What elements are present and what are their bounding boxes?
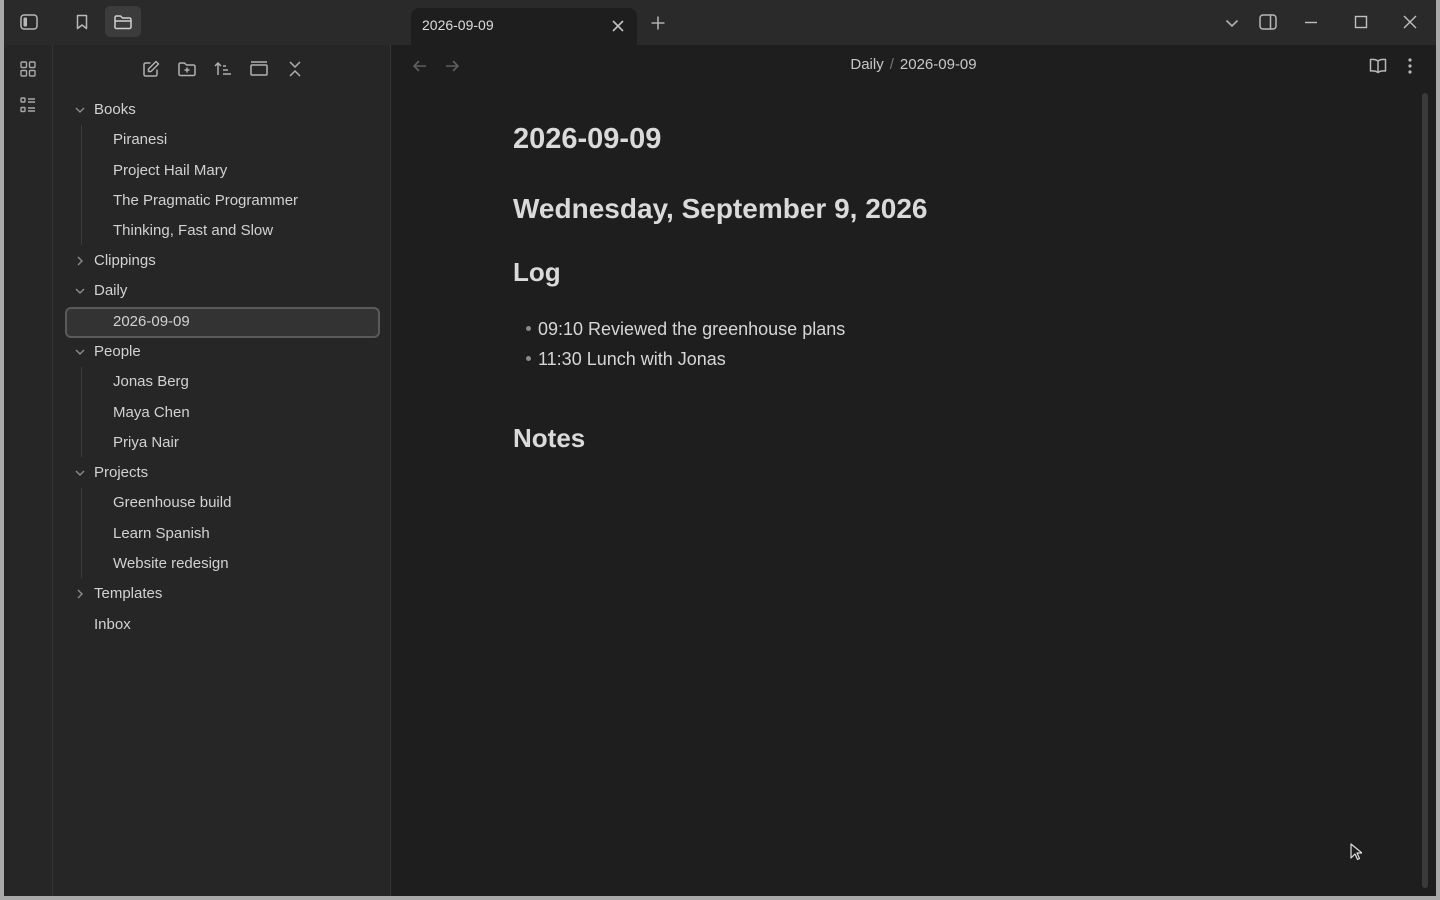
breadcrumb-folder[interactable]: Daily xyxy=(850,56,883,73)
chevron-down-icon[interactable] xyxy=(1218,9,1246,37)
tree-item-label: Books xyxy=(94,101,136,118)
folder-people[interactable]: People xyxy=(53,337,391,367)
sort-icon[interactable] xyxy=(209,55,237,83)
bullet-dot xyxy=(526,325,531,331)
tab-daily-note[interactable]: 2026-09-09 xyxy=(411,8,637,45)
canvas-grid-icon[interactable] xyxy=(14,55,42,83)
tree-item-label: Inbox xyxy=(94,616,131,633)
file-inbox[interactable]: Inbox xyxy=(53,610,391,640)
tree-item-label: The Pragmatic Programmer xyxy=(113,192,299,209)
list-item-text: 09:10 Reviewed the greenhouse plans xyxy=(538,319,846,339)
tree-item-label: Templates xyxy=(94,585,163,602)
tree-item-label: Project Hail Mary xyxy=(113,162,228,179)
left-ribbon xyxy=(4,45,53,896)
collapse-all-icon[interactable] xyxy=(281,55,309,83)
folder-templates[interactable]: Templates xyxy=(53,579,391,609)
tree-item-label: Jonas Berg xyxy=(113,373,189,390)
tree-item-label: People xyxy=(94,343,141,360)
maximize-icon[interactable] xyxy=(1347,8,1375,36)
tree-item-label: Piranesi xyxy=(113,131,168,148)
editor-pane: Daily / 2026-09-09 2026-09-09 Wednesday, S… xyxy=(391,45,1436,896)
title-bar: 2026-09-09 xyxy=(4,0,1436,45)
close-icon[interactable] xyxy=(607,15,629,37)
window-close-icon[interactable] xyxy=(1396,8,1424,36)
file-website-redesign[interactable]: Website redesign xyxy=(53,549,391,579)
breadcrumb-separator: / xyxy=(889,56,894,73)
folder-books[interactable]: Books xyxy=(53,95,391,125)
note-title: 2026-09-09 xyxy=(513,123,662,155)
folder-projects[interactable]: Projects xyxy=(53,458,391,488)
tree-item-label: Thinking, Fast and Slow xyxy=(113,222,274,239)
minimize-icon[interactable] xyxy=(1297,8,1325,36)
chevron-right-icon xyxy=(77,589,83,599)
new-folder-icon[interactable] xyxy=(173,55,201,83)
tab-title: 2026-09-09 xyxy=(422,17,494,33)
chevron-down-icon xyxy=(75,288,85,294)
editor-scrollbar[interactable] xyxy=(1422,93,1428,888)
file-jonas-berg[interactable]: Jonas Berg xyxy=(53,367,391,397)
tree-item-label: Learn Spanish xyxy=(113,525,210,542)
new-note-icon[interactable] xyxy=(137,55,165,83)
file-learn-spanish[interactable]: Learn Spanish xyxy=(53,519,391,549)
tree-item-label: Projects xyxy=(94,464,149,481)
folder-icon[interactable] xyxy=(105,6,141,37)
file-pragmatic-programmer[interactable]: The Pragmatic Programmer xyxy=(53,186,391,216)
tree-item-label: Greenhouse build xyxy=(113,494,232,511)
tree-item-label: Priya Nair xyxy=(113,434,179,451)
reading-view-icon[interactable] xyxy=(1364,52,1392,80)
file-greenhouse-build[interactable]: Greenhouse build xyxy=(53,488,391,518)
mouse-cursor-icon xyxy=(1350,843,1362,861)
file-maya-chen[interactable]: Maya Chen xyxy=(53,398,391,428)
tree-item-label: Website redesign xyxy=(113,555,229,572)
file-project-hail-mary[interactable]: Project Hail Mary xyxy=(53,156,391,186)
heading-notes: Notes xyxy=(513,423,586,453)
more-options-icon[interactable] xyxy=(1396,52,1424,80)
breadcrumb: Daily / 2026-09-09 xyxy=(391,56,1436,73)
file-piranesi[interactable]: Piranesi xyxy=(53,125,391,155)
file-explorer: Books Piranesi Project Hail Mary The Pra… xyxy=(53,45,391,896)
tree-item-label: Daily xyxy=(94,282,128,299)
tree-item-label: Clippings xyxy=(94,252,156,269)
heading-log: Log xyxy=(513,257,561,287)
bullet-dot xyxy=(526,355,531,361)
list-item: 09:10 Reviewed the greenhouse plans xyxy=(526,319,845,340)
breadcrumb-file[interactable]: 2026-09-09 xyxy=(900,56,977,73)
right-sidebar-icon[interactable] xyxy=(1254,8,1282,36)
list-item: 11:30 Lunch with Jonas xyxy=(526,349,726,370)
bookmark-icon[interactable] xyxy=(68,8,96,36)
app-window: 2026-09-09 Books Piranesi Project Hail M… xyxy=(4,0,1436,896)
file-2026-09-09[interactable]: 2026-09-09 xyxy=(53,307,391,338)
sidebar-toggle-icon[interactable] xyxy=(15,8,43,36)
outline-list-icon[interactable] xyxy=(14,91,42,119)
folder-daily[interactable]: Daily xyxy=(53,276,391,306)
chevron-down-icon xyxy=(75,107,85,113)
tree-item-label: Maya Chen xyxy=(113,404,190,421)
tree-item-label: 2026-09-09 xyxy=(113,313,190,330)
list-item-text: 11:30 Lunch with Jonas xyxy=(538,349,726,369)
collapse-view-icon[interactable] xyxy=(245,55,273,83)
file-priya-nair[interactable]: Priya Nair xyxy=(53,428,391,458)
file-thinking-fast-slow[interactable]: Thinking, Fast and Slow xyxy=(53,216,391,246)
heading-date: Wednesday, September 9, 2026 xyxy=(513,193,928,224)
plus-icon[interactable] xyxy=(644,9,672,37)
chevron-down-icon xyxy=(75,470,85,476)
folder-clippings[interactable]: Clippings xyxy=(53,246,391,276)
chevron-down-icon xyxy=(75,349,85,355)
chevron-right-icon xyxy=(77,256,83,266)
